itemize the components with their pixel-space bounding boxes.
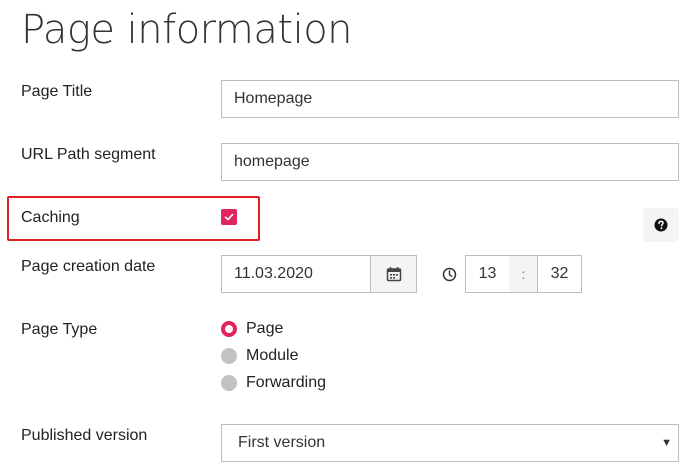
caching-label: Caching <box>21 209 80 226</box>
page-title-input[interactable] <box>221 80 679 118</box>
radio-label: Forwarding <box>246 374 327 391</box>
help-button[interactable] <box>643 208 679 242</box>
radio-module[interactable]: Module <box>221 346 298 366</box>
page-title: Page information <box>21 7 353 53</box>
published-version-select[interactable]: First version ▼ <box>221 424 679 462</box>
page-title-label: Page Title <box>21 83 93 100</box>
clock-icon <box>442 267 457 282</box>
radio-button-selected[interactable] <box>221 321 237 337</box>
url-segment-label: URL Path segment <box>21 146 156 163</box>
dropdown-caret-icon: ▼ <box>661 437 672 449</box>
hours-input[interactable]: 13 <box>465 255 510 293</box>
radio-page[interactable]: Page <box>221 319 283 339</box>
radio-forwarding[interactable]: Forwarding <box>221 373 326 393</box>
calendar-button[interactable] <box>370 255 417 293</box>
minutes-input[interactable]: 32 <box>537 255 582 293</box>
url-segment-input[interactable] <box>221 143 679 181</box>
page-type-label: Page Type <box>21 321 98 338</box>
published-version-value: First version <box>238 434 326 451</box>
radio-label: Page <box>246 320 284 337</box>
radio-label: Module <box>246 347 299 364</box>
published-version-label: Published version <box>21 427 148 444</box>
caching-checkbox[interactable] <box>221 209 237 225</box>
creation-date-input[interactable] <box>221 255 371 293</box>
time-separator: : <box>509 255 538 293</box>
checkmark-icon <box>224 213 234 221</box>
creation-date-label: Page creation date <box>21 258 156 275</box>
calendar-icon <box>386 267 401 282</box>
radio-button[interactable] <box>221 375 237 391</box>
radio-button[interactable] <box>221 348 237 364</box>
question-circle-icon <box>654 218 668 232</box>
